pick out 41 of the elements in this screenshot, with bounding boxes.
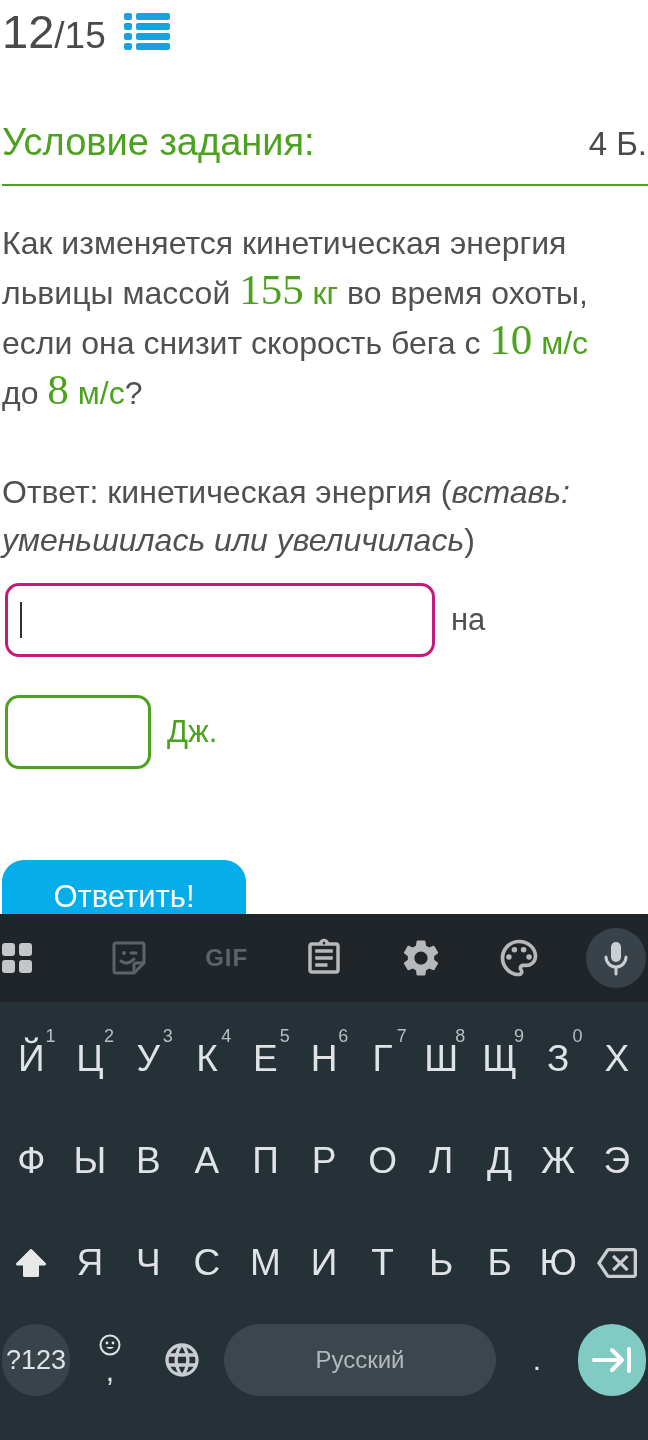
suffix-text: на bbox=[451, 601, 486, 638]
keyboard-key[interactable]: А bbox=[177, 1110, 237, 1212]
answer-prompt: Ответ: кинетическая энергия (вставь: уменьшилась или увеличилась) bbox=[2, 472, 571, 560]
answer-field[interactable] bbox=[5, 694, 151, 769]
task-title: Условие задания: bbox=[2, 120, 315, 165]
keyboard-key[interactable]: Э bbox=[587, 1110, 646, 1212]
keyboard-key[interactable]: Р bbox=[294, 1110, 354, 1212]
keyboard-key[interactable]: Л bbox=[411, 1110, 471, 1212]
list-icon[interactable] bbox=[123, 12, 170, 50]
answer-field[interactable] bbox=[5, 582, 435, 657]
keyboard-key[interactable]: Ф bbox=[2, 1110, 61, 1212]
space-key[interactable]: Русский bbox=[224, 1324, 496, 1396]
keyboard-key[interactable]: Д bbox=[470, 1110, 529, 1212]
question-counter: 12/15 bbox=[2, 7, 106, 55]
keyboard-key[interactable]: В bbox=[119, 1110, 178, 1212]
keyboard-key[interactable]: Ж bbox=[528, 1110, 588, 1212]
keyboard-key[interactable]: С bbox=[177, 1212, 237, 1314]
question-text: Как изменяется кинетическая энергия львицы массой 155 кг во время охоты, если она снизит скорость бега с 10 м/с до 8 м/с? bbox=[2, 223, 590, 415]
keyboard-key[interactable]: Ы bbox=[60, 1110, 120, 1212]
period-key[interactable]: . bbox=[510, 1324, 564, 1396]
apps-grid-icon[interactable] bbox=[2, 943, 32, 973]
keyboard-key[interactable]: Ю bbox=[528, 1212, 588, 1314]
keyboard-key[interactable]: П bbox=[236, 1110, 295, 1212]
unit-label: Дж. bbox=[167, 713, 218, 750]
keyboard-key[interactable]: Т bbox=[353, 1212, 412, 1314]
keyboard-key[interactable]: О bbox=[353, 1110, 412, 1212]
keyboard-key[interactable]: Ч bbox=[119, 1212, 178, 1314]
keyboard-key[interactable]: Я bbox=[60, 1212, 120, 1314]
comma-key[interactable]: , bbox=[82, 1324, 138, 1396]
symbols-key[interactable]: ?123 bbox=[2, 1324, 70, 1396]
sticker-icon[interactable] bbox=[112, 941, 147, 975]
keyboard-key[interactable]: Х bbox=[587, 1008, 646, 1110]
arrow-to-bar-icon bbox=[592, 1346, 632, 1374]
shift-icon[interactable] bbox=[16, 1249, 47, 1277]
microphone-icon[interactable] bbox=[585, 928, 646, 988]
keyboard-key[interactable]: И bbox=[294, 1212, 354, 1314]
smiley-icon bbox=[99, 1334, 121, 1356]
keyboard-key[interactable]: Б bbox=[470, 1212, 529, 1314]
keyboard-key[interactable]: Ь bbox=[411, 1212, 471, 1314]
keyboard-key[interactable]: М bbox=[236, 1212, 295, 1314]
task-points: 4 Б. bbox=[588, 125, 648, 163]
